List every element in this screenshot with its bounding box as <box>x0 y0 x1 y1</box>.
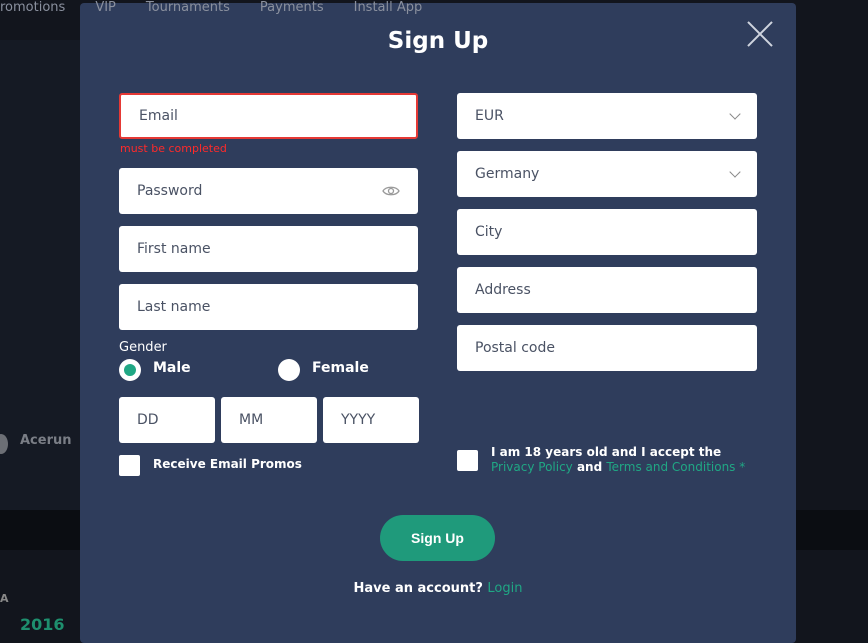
password-placeholder: Password <box>137 183 203 199</box>
chevron-down-icon <box>729 166 741 178</box>
dob-year-field[interactable]: YYYY <box>323 397 419 443</box>
last-name-field[interactable]: Last name <box>119 284 418 330</box>
address-placeholder: Address <box>475 282 531 298</box>
dob-year-placeholder: YYYY <box>341 412 376 428</box>
required-asterisk: * <box>735 460 746 474</box>
have-account-text: Have an account? <box>353 581 488 596</box>
city-placeholder: City <box>475 224 503 240</box>
gender-label: Gender <box>119 340 167 355</box>
email-promos-label: Receive Email Promos <box>153 457 302 471</box>
signup-modal: Sign Up Email must be completed Password… <box>80 3 796 643</box>
privacy-policy-link[interactable]: Privacy Policy <box>491 460 573 474</box>
nav-vip[interactable]: VIP <box>95 0 116 16</box>
gender-male-radio[interactable] <box>119 359 141 381</box>
email-promos-checkbox[interactable] <box>119 455 140 476</box>
background-letter: A <box>0 592 9 605</box>
nav-promotions[interactable]: romotions <box>0 0 65 16</box>
terms-link[interactable]: Terms and Conditions <box>606 460 735 474</box>
last-name-placeholder: Last name <box>137 299 211 315</box>
email-placeholder: Email <box>139 108 178 124</box>
gender-female-label[interactable]: Female <box>312 360 369 376</box>
nav-payments[interactable]: Payments <box>260 0 324 16</box>
first-name-field[interactable]: First name <box>119 226 418 272</box>
country-select[interactable]: Germany <box>457 151 757 197</box>
signup-button[interactable]: Sign Up <box>380 515 495 561</box>
currency-select[interactable]: EUR <box>457 93 757 139</box>
dob-month-field[interactable]: MM <box>221 397 317 443</box>
terms-and: and <box>572 460 607 474</box>
terms-checkbox[interactable] <box>457 450 478 471</box>
dob-day-placeholder: DD <box>137 412 159 428</box>
email-field[interactable]: Email <box>119 93 418 139</box>
postal-code-field[interactable]: Postal code <box>457 325 757 371</box>
login-link[interactable]: Login <box>487 581 522 596</box>
dob-month-placeholder: MM <box>239 412 264 428</box>
background-user-name: Acerun <box>20 433 72 448</box>
nav-tournaments[interactable]: Tournaments <box>146 0 230 16</box>
city-field[interactable]: City <box>457 209 757 255</box>
postal-code-placeholder: Postal code <box>475 340 555 356</box>
email-error: must be completed <box>120 142 227 155</box>
terms-label: I am 18 years old and I accept the Priva… <box>491 445 761 475</box>
close-icon[interactable] <box>747 21 773 47</box>
terms-text: I am 18 years old and I accept the <box>491 445 722 459</box>
eye-icon[interactable] <box>382 185 400 197</box>
modal-title: Sign Up <box>387 28 489 54</box>
country-value: Germany <box>475 166 540 182</box>
background-nav: romotions VIP Tournaments Payments Insta… <box>0 0 422 16</box>
chevron-down-icon <box>729 108 741 120</box>
footer: Have an account? Login <box>80 581 796 596</box>
dob-day-field[interactable]: DD <box>119 397 215 443</box>
address-field[interactable]: Address <box>457 267 757 313</box>
gender-male-label[interactable]: Male <box>153 360 191 376</box>
currency-value: EUR <box>475 108 504 124</box>
nav-install-app[interactable]: Install App <box>354 0 423 16</box>
password-field[interactable]: Password <box>119 168 418 214</box>
first-name-placeholder: First name <box>137 241 211 257</box>
gender-female-radio[interactable] <box>278 359 300 381</box>
